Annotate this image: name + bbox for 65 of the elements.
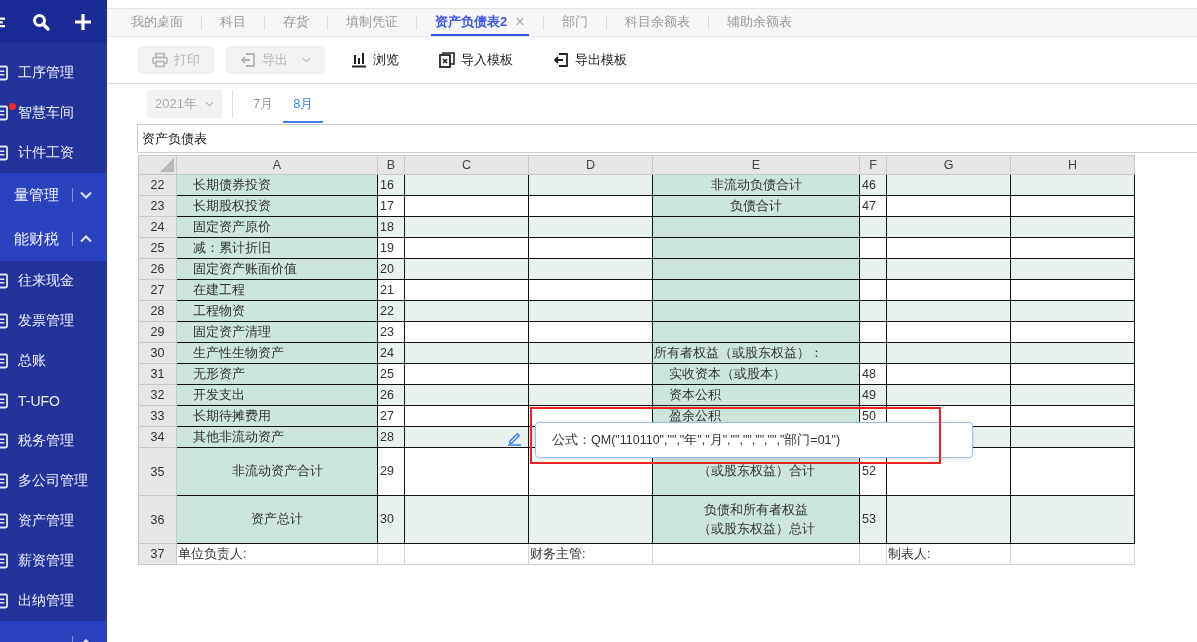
cell-text: （或股东权益）合计 <box>696 463 816 480</box>
row-header[interactable]: 23 <box>138 195 177 217</box>
row-header[interactable]: 27 <box>138 279 177 301</box>
row-header[interactable]: 24 <box>138 216 177 238</box>
table-cell: 非流动资产合计 <box>176 447 378 496</box>
sidebar-item[interactable]: 工序管理 <box>0 53 107 93</box>
exit-arrow-icon <box>240 52 256 68</box>
column-header[interactable]: D <box>528 155 653 175</box>
row-header[interactable]: 33 <box>138 405 177 427</box>
import-template-button[interactable]: 导入模板 <box>425 46 527 74</box>
exit-arrow-icon <box>553 52 569 68</box>
row-header[interactable]: 31 <box>138 363 177 385</box>
cell-text: 负债和所有者权益 <box>703 501 809 519</box>
table-cell: 非流动负债合计 <box>652 174 860 196</box>
export-template-button[interactable]: 导出模板 <box>539 46 641 74</box>
row-header[interactable]: 30 <box>138 342 177 364</box>
sidebar-item[interactable]: 资产管理 <box>0 501 107 541</box>
plus-icon[interactable] <box>74 12 92 31</box>
triangle-icon <box>160 158 174 172</box>
row-header[interactable]: 25 <box>138 237 177 259</box>
caret-icon <box>204 101 214 107</box>
sidebar-item[interactable]: 出纳管理 <box>0 581 107 621</box>
table-cell: 负债合计 <box>652 195 860 217</box>
sheet-title-field[interactable]: 资产负债表 <box>137 124 1197 153</box>
formula-tooltip: 公式：QM("110110","","年","月","","","","","部门=01") <box>535 422 973 458</box>
month-tab[interactable]: 8月 <box>283 87 324 123</box>
import-icon <box>439 52 455 68</box>
sidebar-group-header[interactable]: 能财税 <box>0 217 107 261</box>
table-cell: 实收资本（或股本） <box>652 363 860 385</box>
row-header[interactable]: 34 <box>138 426 177 448</box>
table-cell: 资产总计 <box>176 495 378 544</box>
column-header[interactable]: H <box>1010 155 1135 175</box>
sidebar-item[interactable]: 往来现金 <box>0 261 107 301</box>
sidebar-item[interactable]: 计件工资 <box>0 133 107 173</box>
column-header[interactable]: G <box>886 155 1011 175</box>
row-header[interactable]: 29 <box>138 321 177 343</box>
table-cell: 资本公积 <box>652 384 860 406</box>
table-cell: 所有者权益（或股东权益）： <box>652 342 860 364</box>
row-header[interactable]: 22 <box>138 174 177 196</box>
row-header[interactable]: 28 <box>138 300 177 322</box>
bar-chart-icon <box>351 52 367 68</box>
column-header[interactable]: E <box>652 155 860 175</box>
row-header[interactable]: 37 <box>138 543 177 565</box>
tab[interactable]: 资产负债表2 × <box>431 9 529 36</box>
row-header[interactable]: 26 <box>138 258 177 280</box>
row-header[interactable]: 36 <box>138 495 177 544</box>
sidebar-item[interactable]: 总账 <box>0 341 107 381</box>
sidebar-item[interactable]: 税务管理 <box>0 421 107 461</box>
sidebar-item[interactable]: T-UFO <box>0 381 107 421</box>
sidebar-item[interactable]: 发票管理 <box>0 301 107 341</box>
row-header[interactable]: 35 <box>138 447 177 496</box>
browse-button[interactable]: 浏览 <box>337 46 413 74</box>
sidebar-item[interactable]: 智慧车间 <box>0 93 107 133</box>
column-header[interactable]: B <box>377 155 405 175</box>
pencil-icon[interactable] <box>507 431 522 446</box>
column-header[interactable]: A <box>176 155 378 175</box>
sidebar-group-header[interactable]: 量管理 <box>0 173 107 217</box>
search-icon[interactable] <box>32 12 50 31</box>
cell-text: （或股东权益）总计 <box>696 520 816 538</box>
sidebar-item[interactable]: 多公司管理 <box>0 461 107 501</box>
column-header[interactable]: F <box>859 155 887 175</box>
printer-icon <box>152 52 168 68</box>
row-header[interactable]: 32 <box>138 384 177 406</box>
sidebar-item[interactable]: 薪资管理 <box>0 541 107 581</box>
column-header[interactable]: C <box>404 155 529 175</box>
